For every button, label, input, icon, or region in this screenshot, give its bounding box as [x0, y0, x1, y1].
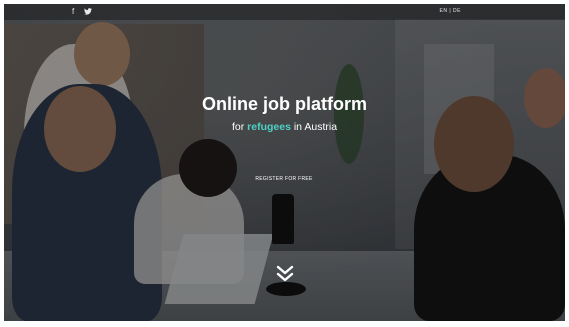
subtitle-accent: refugees: [247, 121, 291, 133]
page-title: Online job platform: [202, 94, 367, 114]
page-subtitle: for refugees in Austria: [4, 121, 565, 133]
social-links: f: [72, 7, 93, 17]
facebook-icon[interactable]: f: [72, 8, 74, 16]
language-switch[interactable]: EN | DE: [440, 8, 461, 14]
subtitle-suffix: in Austria: [293, 121, 338, 133]
hero-section: f EN | DE Online job platform for refuge…: [4, 4, 565, 321]
register-button[interactable]: REGISTER FOR FREE: [252, 172, 316, 186]
double-chevron-down-icon[interactable]: [275, 264, 295, 284]
subtitle-prefix: for: [231, 121, 245, 133]
top-bar: f EN | DE: [4, 4, 565, 20]
twitter-icon[interactable]: [84, 7, 93, 17]
